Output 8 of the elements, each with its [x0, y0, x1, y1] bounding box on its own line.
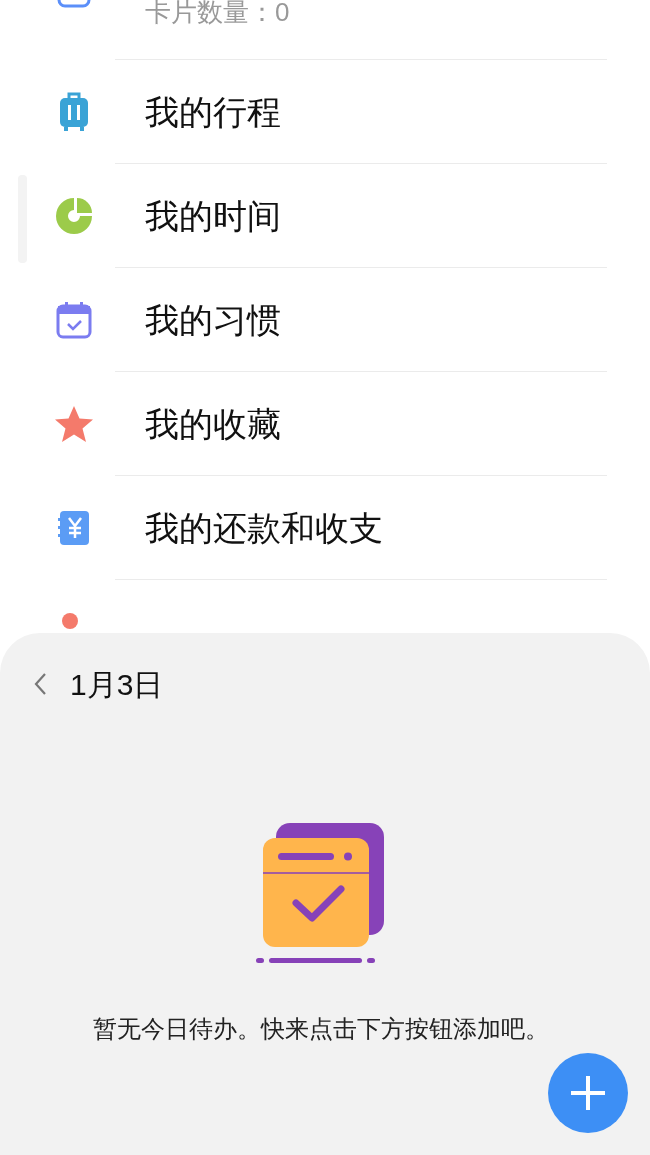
empty-message: 暂无今日待办。快来点击下方按钮添加吧。 — [92, 1014, 550, 1044]
menu-item-label[interactable]: 我的习惯 — [145, 294, 281, 346]
menu-item-label[interactable]: 我的行程 — [145, 86, 281, 138]
menu-item-label[interactable]: 我的还款和收支 — [145, 502, 383, 554]
menu-item-label[interactable]: 我的收藏 — [145, 398, 281, 450]
menu-item-label[interactable]: 我的时间 — [145, 190, 281, 242]
card-count-text: 卡片数量：0 — [145, 0, 290, 29]
date-title: 1月3日 — [70, 666, 164, 703]
